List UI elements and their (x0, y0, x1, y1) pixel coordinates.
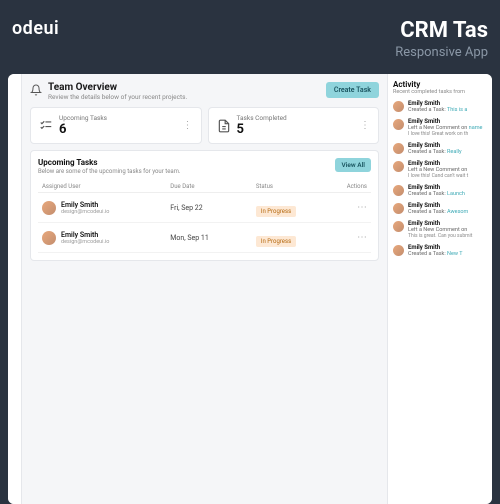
avatar (393, 245, 404, 256)
activity-item: Emily SmithLeft a New Comment on This is… (393, 220, 487, 239)
activity-subtitle: Recent completed tasks from (393, 89, 487, 95)
avatar (393, 143, 404, 154)
table-row[interactable]: Emily Smithdesign@mcodeui.io Fri, Sep 22I… (38, 193, 371, 223)
stat-value: 5 (237, 122, 355, 137)
bell-icon (30, 84, 42, 96)
user-name: Emily Smith (61, 231, 109, 239)
activity-line: Created a Task: This is a (408, 107, 487, 113)
avatar (393, 119, 404, 130)
user-name: Emily Smith (61, 201, 109, 209)
status-badge: In Progress (256, 236, 296, 247)
brand-logo: odeui (12, 18, 59, 60)
tasks-subtitle: Below are some of the upcoming tasks for… (38, 168, 181, 175)
activity-item: Emily SmithCreated a Task: Really (393, 142, 487, 155)
activity-item: Emily SmithCreated a Task: New T (393, 244, 487, 257)
stat-completed: Tasks Completed 5 ⋮ (208, 107, 380, 144)
col-due: Due Date (170, 183, 256, 190)
user-email: design@mcodeui.io (61, 209, 109, 215)
avatar (393, 203, 404, 214)
view-all-button[interactable]: View All (335, 158, 371, 172)
stat-label: Upcoming Tasks (59, 114, 177, 122)
avatar (393, 221, 404, 232)
activity-user: Emily Smith (408, 160, 487, 167)
activity-line: Created a Task: New T (408, 251, 487, 257)
user-email: design@mcodeui.io (61, 239, 109, 245)
activity-user: Emily Smith (408, 100, 487, 107)
stat-menu-icon[interactable]: ⋮ (360, 120, 370, 131)
col-actions: Actions (324, 183, 367, 190)
activity-item: Emily SmithCreated a Task: This is a (393, 100, 487, 113)
document-icon (217, 119, 231, 133)
activity-title: Activity (393, 80, 487, 89)
activity-item: Emily SmithCreated a Task: Awesom (393, 202, 487, 215)
page-subtitle: Review the details below of your recent … (48, 93, 320, 101)
stat-label: Tasks Completed (237, 114, 355, 122)
hero-subtitle: Responsive App (395, 45, 488, 60)
due-date: Mon, Sep 11 (170, 234, 256, 242)
activity-line: Created a Task: Really (408, 149, 487, 155)
row-actions-icon[interactable]: ⋯ (324, 202, 367, 213)
activity-comment: I love this! Great work on th (408, 131, 487, 137)
avatar (42, 231, 56, 245)
stat-upcoming: Upcoming Tasks 6 ⋮ (30, 107, 202, 144)
app-window: Team Overview Review the details below o… (8, 74, 492, 504)
row-actions-icon[interactable]: ⋯ (324, 232, 367, 243)
tasks-title: Upcoming Tasks (38, 158, 181, 167)
activity-user: Emily Smith (408, 142, 487, 149)
activity-user: Emily Smith (408, 184, 487, 191)
avatar (393, 101, 404, 112)
activity-user: Emily Smith (408, 118, 487, 125)
hero-title: CRM Tas (395, 18, 488, 43)
checklist-icon (39, 119, 53, 133)
avatar (393, 161, 404, 172)
create-task-button[interactable]: Create Task (326, 82, 379, 98)
page-title: Team Overview (48, 82, 320, 93)
activity-line: Created a Task: Awesom (408, 209, 487, 215)
left-nav-rail (8, 74, 22, 504)
activity-user: Emily Smith (408, 220, 487, 227)
activity-comment: I love this! Cand can't wait t (408, 173, 487, 179)
activity-item: Emily SmithLeft a New Comment on I love … (393, 160, 487, 179)
activity-sidebar: Activity Recent completed tasks from Emi… (387, 74, 492, 504)
table-row[interactable]: Emily Smithdesign@mcodeui.io Mon, Sep 11I… (38, 223, 371, 253)
col-user: Assigned User (42, 183, 170, 190)
stat-value: 6 (59, 122, 177, 137)
upcoming-tasks-card: Upcoming Tasks Below are some of the upc… (30, 150, 379, 261)
activity-user: Emily Smith (408, 244, 487, 251)
due-date: Fri, Sep 22 (170, 204, 256, 212)
activity-item: Emily SmithLeft a New Comment on nameI l… (393, 118, 487, 137)
activity-line: Created a Task: Launch (408, 191, 487, 197)
activity-comment: This is great. Can you submit (408, 233, 487, 239)
table-header: Assigned User Due Date Status Actions (38, 181, 371, 193)
status-badge: In Progress (256, 206, 296, 217)
activity-user: Emily Smith (408, 202, 487, 209)
avatar (393, 185, 404, 196)
col-status: Status (256, 183, 324, 190)
activity-item: Emily SmithCreated a Task: Launch (393, 184, 487, 197)
avatar (42, 201, 56, 215)
stat-menu-icon[interactable]: ⋮ (183, 120, 193, 131)
